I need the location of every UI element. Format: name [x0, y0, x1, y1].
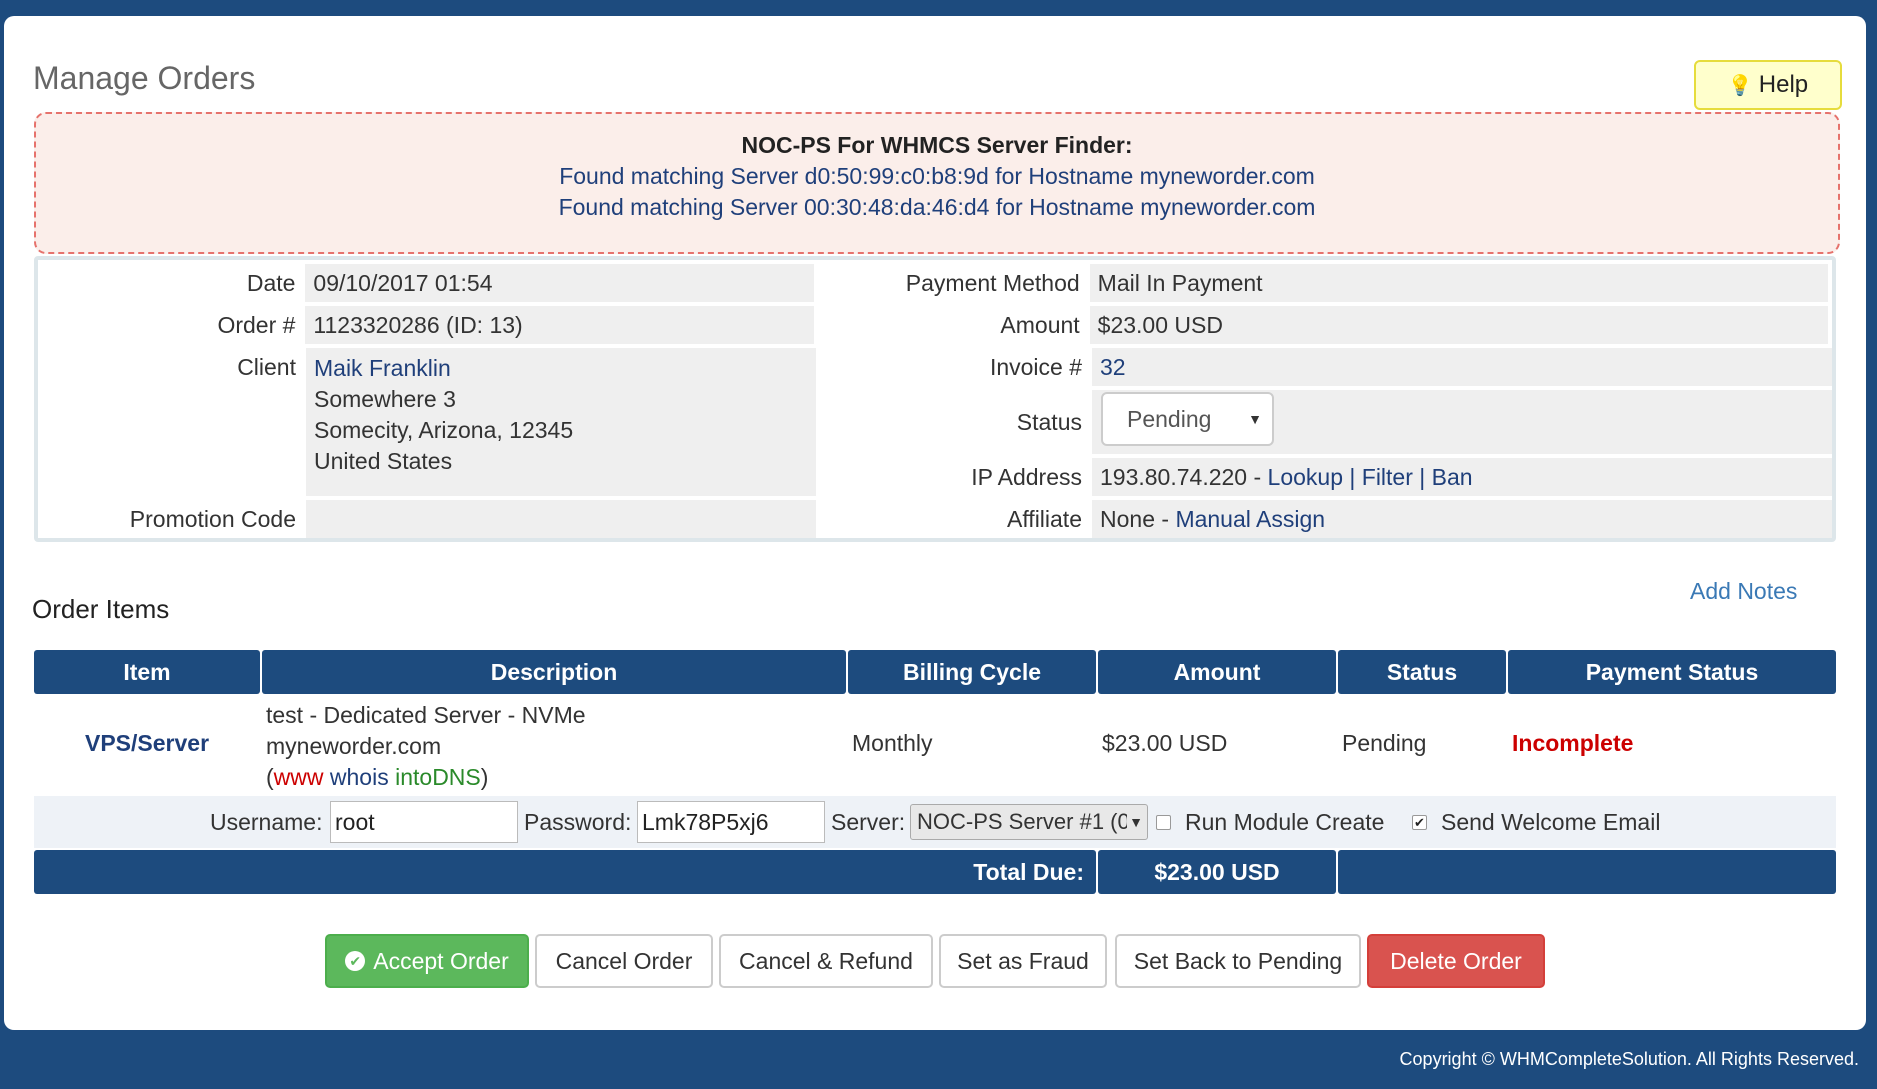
chevron-down-icon: ▼	[1127, 814, 1143, 830]
item-description: test - Dedicated Server - NVMe myneworde…	[266, 700, 586, 793]
chevron-down-icon: ▼	[1248, 411, 1262, 427]
run-module-checkbox[interactable]	[1156, 814, 1171, 830]
alert-line: Found matching Server d0:50:99:c0:b8:9d …	[559, 163, 1315, 189]
cancel-refund-button[interactable]: Cancel & Refund	[719, 934, 933, 988]
domain-tools: (www whois intoDNS)	[266, 764, 489, 790]
client-address-line: Somecity, Arizona, 12345	[314, 417, 574, 443]
help-label: Help	[1758, 71, 1809, 98]
intodns-link[interactable]: intoDNS	[395, 764, 481, 790]
module-setup-row: Username: root Password: Lmk78P5xj6 Serv…	[34, 796, 1836, 848]
col-description: Description	[262, 650, 846, 694]
col-billing-cycle: Billing Cycle	[848, 650, 1096, 694]
check-circle-icon: ✔	[345, 951, 366, 971]
total-due-value: $23.00 USD	[1098, 850, 1336, 894]
total-due-label: Total Due:	[34, 850, 1096, 894]
affiliate-value: None - Manual Assign	[1092, 500, 1832, 538]
cancel-order-button[interactable]: Cancel Order	[535, 934, 713, 988]
server-label: Server:	[831, 808, 906, 835]
order-number-label: Order #	[217, 312, 296, 338]
invoice-label: Invoice #	[989, 354, 1082, 380]
status-label: Status	[1016, 409, 1082, 435]
password-input[interactable]: Lmk78P5xj6	[637, 801, 825, 843]
ip-filter-link[interactable]: Filter	[1362, 464, 1413, 490]
delete-order-button[interactable]: Delete Order	[1367, 934, 1545, 988]
date-value: 09/10/2017 01:54	[305, 264, 815, 302]
alert-title: NOC-PS For WHMCS Server Finder:	[741, 132, 1133, 158]
accept-order-button[interactable]: ✔ Accept Order	[325, 934, 529, 988]
col-item: Item	[34, 650, 260, 694]
send-welcome-checkbox[interactable]: ✔	[1412, 814, 1427, 830]
col-status: Status	[1338, 650, 1506, 694]
ip-text: 193.80.74.220 -	[1100, 464, 1268, 490]
info-row-date: Date 09/10/2017 01:54 Payment Method Mai…	[42, 264, 1828, 302]
client-address-line: Somewhere 3	[314, 386, 456, 412]
item-name: VPS/Server	[84, 730, 210, 756]
separator: |	[1343, 464, 1362, 490]
items-table-header: Item Description Billing Cycle Amount St…	[34, 650, 1836, 694]
username-label: Username:	[210, 808, 323, 835]
client-address-line: United States	[314, 448, 453, 474]
amount-label: Amount	[1000, 312, 1080, 338]
info-row-order: Order # 1123320286 (ID: 13) Amount $23.0…	[42, 306, 1828, 344]
date-label: Date	[246, 270, 296, 296]
help-button[interactable]: 💡 Help	[1694, 60, 1842, 110]
alert-line: Found matching Server 00:30:48:da:46:d4 …	[558, 194, 1316, 220]
page-title: Manage Orders	[33, 60, 256, 96]
ip-ban-link[interactable]: Ban	[1432, 464, 1473, 490]
col-amount: Amount	[1098, 650, 1336, 694]
server-selected-value: NOC-PS Server #1 (0	[917, 809, 1130, 834]
set-fraud-button[interactable]: Set as Fraud	[939, 934, 1107, 988]
client-name-link[interactable]: Maik Franklin	[314, 353, 816, 384]
total-row: Total Due: $23.00 USD	[34, 850, 1836, 894]
server-select[interactable]: NOC-PS Server #1 (0 ▼	[910, 804, 1148, 840]
order-number-value: 1123320286 (ID: 13)	[305, 306, 815, 344]
manual-assign-link[interactable]: Manual Assign	[1175, 506, 1325, 532]
whois-link[interactable]: whois	[330, 764, 389, 790]
item-status: Pending	[1342, 730, 1427, 756]
promotion-code-value	[306, 500, 816, 538]
separator: |	[1412, 464, 1432, 490]
footer-copyright: Copyright © WHMCompleteSolution. All Rig…	[1399, 1049, 1859, 1069]
status-selected-value: Pending	[1127, 405, 1212, 432]
table-row: VPS/Server test - Dedicated Server - NVM…	[34, 696, 1836, 792]
amount-value: $23.00 USD	[1089, 306, 1828, 344]
client-label: Client	[237, 354, 296, 380]
add-notes-link[interactable]: Add Notes	[1690, 578, 1797, 605]
accept-order-label: Accept Order	[373, 947, 509, 974]
run-module-label: Run Module Create	[1185, 808, 1385, 835]
lightbulb-icon: 💡	[1727, 74, 1753, 97]
order-items-title: Order Items	[32, 594, 170, 624]
ip-address-label: IP Address	[971, 464, 1082, 490]
payment-method-value: Mail In Payment	[1089, 264, 1828, 302]
set-pending-button[interactable]: Set Back to Pending	[1115, 934, 1361, 988]
col-payment-status: Payment Status	[1508, 650, 1836, 694]
description-line: test - Dedicated Server - NVMe	[266, 702, 586, 728]
order-info-table: Date 09/10/2017 01:54 Payment Method Mai…	[34, 256, 1836, 542]
client-value: Maik Franklin Somewhere 3 Somecity, Ariz…	[306, 348, 816, 496]
payment-method-label: Payment Method	[905, 270, 1080, 296]
total-row-filler	[1338, 850, 1836, 894]
send-welcome-label: Send Welcome Email	[1441, 808, 1661, 835]
ip-address-value: 193.80.74.220 - Lookup | Filter | Ban	[1092, 458, 1832, 496]
invoice-value: 32	[1092, 348, 1832, 386]
billing-cycle: Monthly	[852, 730, 933, 756]
status-select[interactable]: Pending ▼	[1101, 392, 1274, 446]
promotion-code-label: Promotion Code	[129, 506, 296, 532]
description-hostname: myneworder.com	[266, 733, 442, 759]
affiliate-text: None -	[1100, 506, 1176, 532]
username-input[interactable]: root	[330, 801, 518, 843]
password-label: Password:	[524, 808, 632, 835]
affiliate-label: Affiliate	[1006, 506, 1082, 532]
payment-status: Incomplete	[1512, 730, 1634, 756]
invoice-link[interactable]: 32	[1100, 354, 1126, 380]
www-link[interactable]: www	[274, 764, 324, 790]
item-amount: $23.00 USD	[1102, 730, 1228, 756]
server-finder-alert: NOC-PS For WHMCS Server Finder: Found ma…	[34, 112, 1840, 254]
ip-lookup-link[interactable]: Lookup	[1268, 464, 1343, 490]
